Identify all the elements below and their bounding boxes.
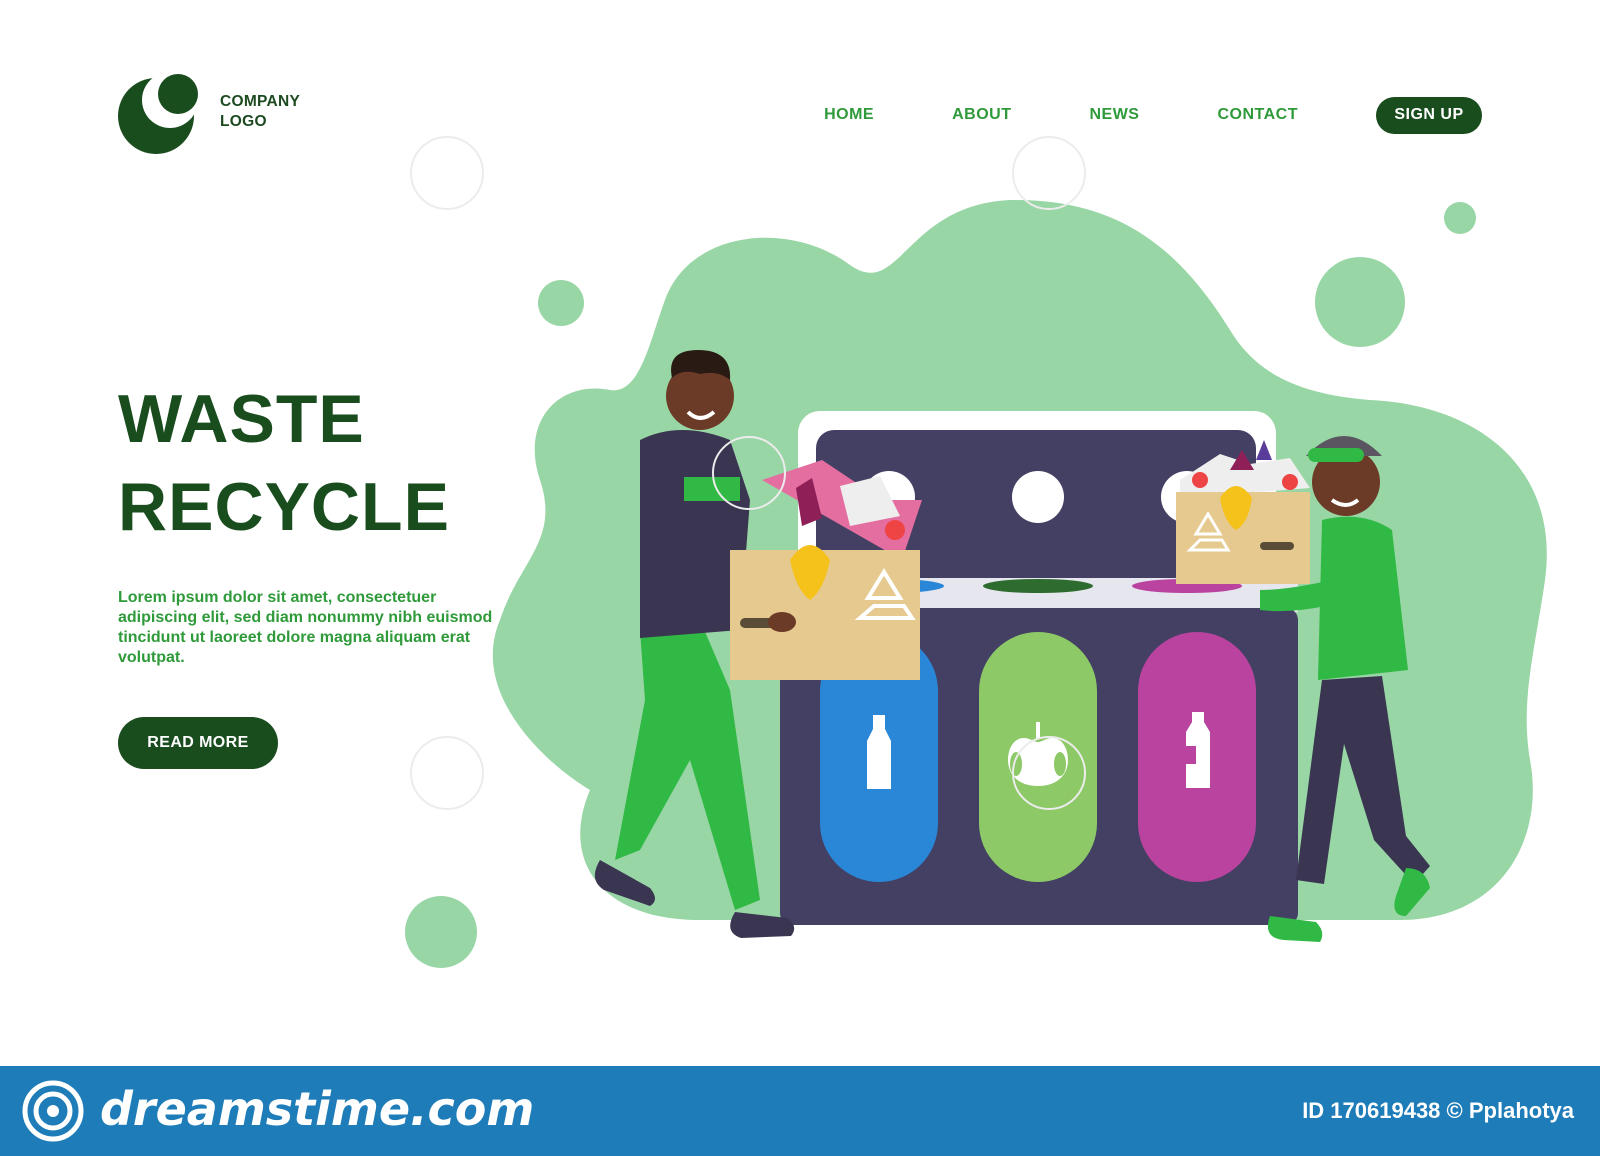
- stock-footer-bar: dreamstime.com ID 170619438 © Pplahotya: [0, 1066, 1600, 1156]
- decor-circle: [1444, 202, 1476, 234]
- read-more-button[interactable]: READ MORE: [118, 717, 278, 769]
- hero-title-line2: RECYCLE: [118, 469, 450, 545]
- footer-site-name: dreamstime.com: [100, 1082, 535, 1136]
- watermark-circle: [410, 736, 484, 810]
- hero-title: WASTE RECYCLE: [118, 375, 450, 551]
- footer-image-id: ID 170619438 © Pplahotya: [1302, 1098, 1574, 1123]
- decor-circle: [405, 896, 477, 968]
- watermark-circle: [1012, 736, 1086, 810]
- decor-circle: [1315, 257, 1405, 347]
- hero-title-line1: WASTE: [118, 381, 365, 457]
- hero-description: Lorem ipsum dolor sit amet, consectetuer…: [118, 589, 493, 666]
- decor-circle: [538, 280, 584, 326]
- watermark-circle: [410, 136, 484, 210]
- watermark-circle: [712, 436, 786, 510]
- watermark-circle: [1012, 136, 1086, 210]
- dreamstime-logo-icon: [22, 1080, 84, 1142]
- landing-page: COMPANY LOGO HOME ABOUT NEWS CONTACT SIG…: [0, 0, 1600, 1066]
